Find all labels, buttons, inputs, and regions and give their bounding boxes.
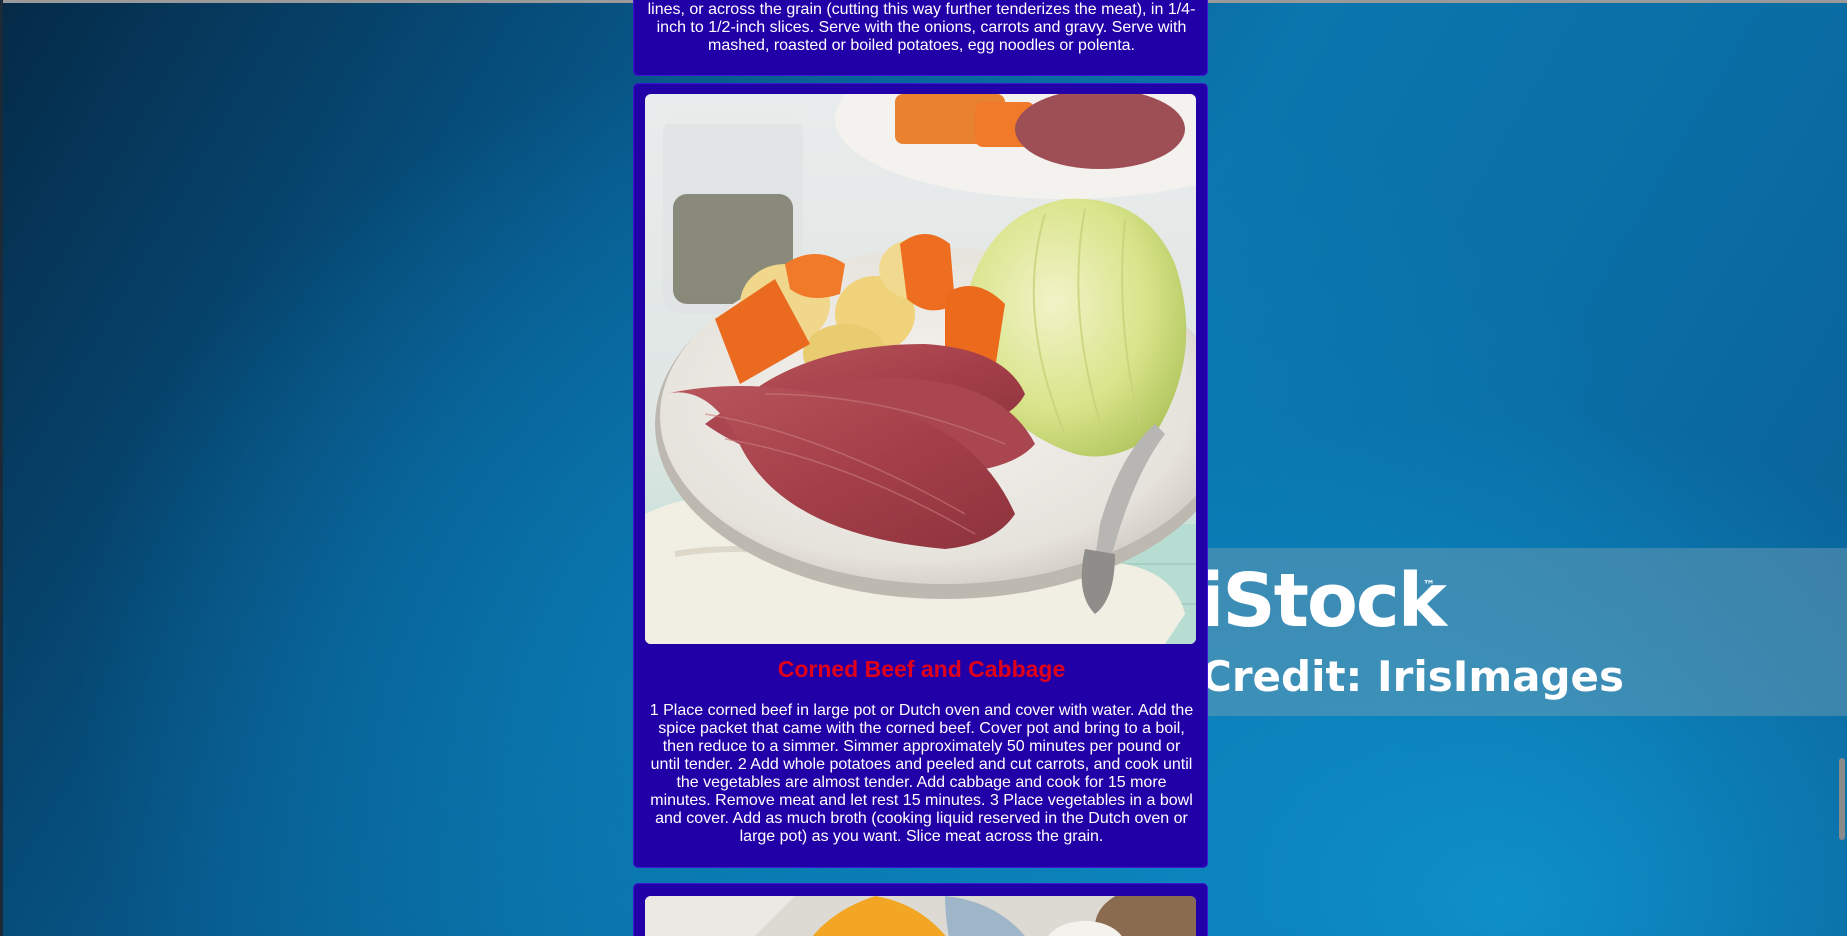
next-recipe-image bbox=[645, 896, 1196, 936]
corned-beef-plate-image bbox=[645, 94, 1196, 644]
page-scrollbar[interactable] bbox=[1837, 0, 1847, 936]
recipe-card: Corned Beef and Cabbage 1 Place corned b… bbox=[633, 83, 1208, 868]
recipe-card-next bbox=[633, 883, 1208, 936]
recipe-title: Corned Beef and Cabbage bbox=[777, 656, 1066, 682]
recipe-photo bbox=[645, 94, 1196, 644]
watermark-brand: iStock bbox=[1207, 558, 1447, 644]
recipe-instructions: 1 Place corned beef in large pot or Dutc… bbox=[649, 702, 1194, 845]
watermark-credit: Credit: IrisImages bbox=[1207, 652, 1624, 701]
window-left-edge bbox=[0, 0, 3, 936]
recipe-instructions: lines, or across the grain (cutting this… bbox=[647, 1, 1196, 54]
stock-watermark: iStock ™ Credit: IrisImages bbox=[1207, 548, 1847, 716]
watermark-trademark: ™ bbox=[1423, 578, 1435, 592]
recipe-photo bbox=[645, 896, 1196, 936]
recipe-card-previous: lines, or across the grain (cutting this… bbox=[633, 0, 1208, 76]
scrollbar-thumb[interactable] bbox=[1839, 758, 1845, 840]
